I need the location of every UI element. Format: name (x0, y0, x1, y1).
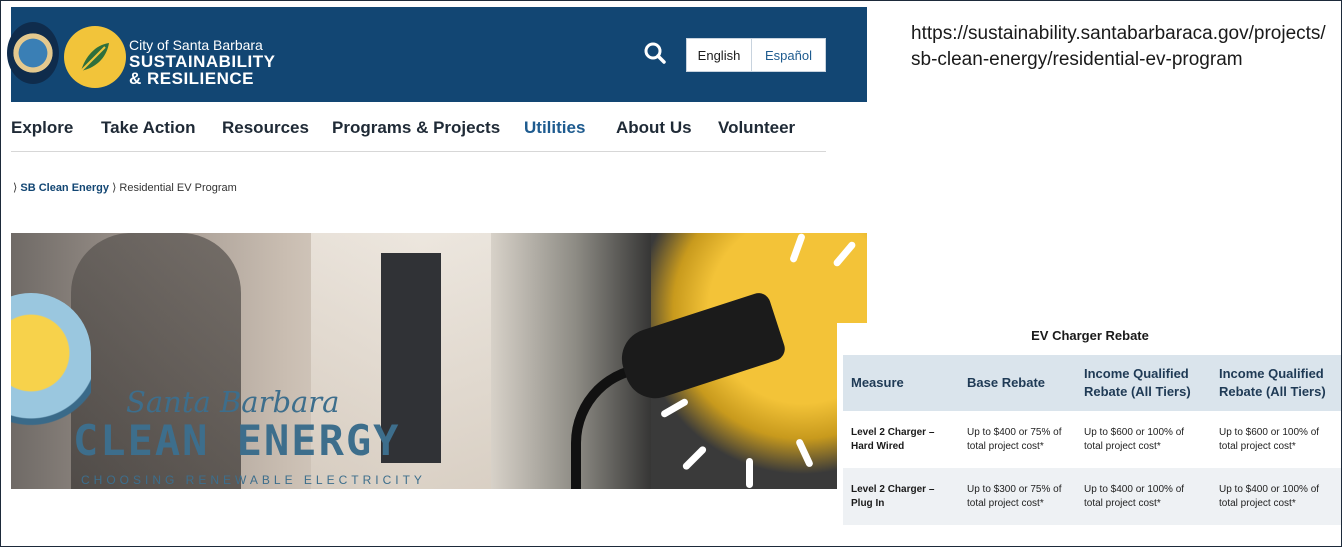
table-row: Level 2 Charger – Hard Wired Up to $400 … (843, 411, 1341, 468)
table-row: Level 2 Charger – Plug In Up to $300 or … (843, 468, 1341, 525)
table-header-row: Measure Base Rebate Income Qualified Reb… (843, 355, 1341, 411)
brand-title-line2: & RESILIENCE (129, 69, 255, 88)
nav-item-about-us[interactable]: About Us (616, 118, 692, 138)
breadcrumb-separator: ⟩ (112, 182, 117, 194)
breadcrumb-link-sb-clean-energy[interactable]: SB Clean Energy (20, 182, 109, 194)
ev-charger-rebate-panel: EV Charger Rebate Measure Base Rebate In… (837, 323, 1341, 546)
rebate-table-title: EV Charger Rebate (1031, 328, 1149, 343)
table-cell: Up to $300 or 75% of total project cost* (959, 468, 1076, 525)
nav-item-utilities[interactable]: Utilities (524, 118, 585, 138)
hero-image: Santa Barbara CLEAN ENERGY CHOOSING RENE… (11, 233, 867, 489)
breadcrumb-current: Residential EV Program (119, 182, 237, 194)
table-cell: Up to $400 or 100% of total project cost… (1076, 468, 1211, 525)
brand-title-line1: SUSTAINABILITY (129, 52, 276, 71)
city-seal-icon (7, 22, 59, 84)
column-header-income-qualified: Income Qualified Rebate (All Tiers) (1211, 355, 1341, 411)
nav-item-explore[interactable]: Explore (11, 118, 73, 138)
column-header-measure: Measure (843, 355, 959, 411)
table-cell: Up to $600 or 100% of total project cost… (1076, 411, 1211, 468)
language-switcher: English Español (686, 38, 826, 72)
table-cell: Up to $400 or 75% of total project cost* (959, 411, 1076, 468)
rebate-table: Measure Base Rebate Income Qualified Reb… (843, 355, 1341, 525)
table-cell: Up to $600 or 100% of total project cost… (1211, 411, 1341, 468)
site-header: City of Santa Barbara SUSTAINABILITY & R… (7, 7, 867, 102)
table-cell: Level 2 Charger – Plug In (843, 468, 959, 525)
oak-leaf-icon (80, 43, 109, 72)
brand-city: City of Santa Barbara (129, 37, 263, 53)
column-header-income-qualified: Income Qualified Rebate (All Tiers) (1076, 355, 1211, 411)
hero-tagline: CHOOSING RENEWABLE ELECTRICITY (81, 473, 426, 487)
main-nav: Explore Take Action Resources Programs &… (11, 111, 826, 152)
hero-title: CLEAN ENERGY (73, 416, 401, 465)
language-english-button[interactable]: English (687, 39, 751, 71)
language-spanish-button[interactable]: Español (751, 39, 825, 71)
hero-script-text: Santa Barbara (126, 385, 340, 419)
nav-item-take-action[interactable]: Take Action (101, 118, 195, 138)
nav-item-programs-projects[interactable]: Programs & Projects (332, 118, 500, 138)
page-url-text: https://sustainability.santabarbaraca.go… (911, 23, 1326, 70)
search-icon[interactable] (644, 42, 666, 64)
table-cell: Level 2 Charger – Hard Wired (843, 411, 959, 468)
site-brand[interactable]: City of Santa Barbara SUSTAINABILITY & R… (129, 37, 275, 87)
nav-item-resources[interactable]: Resources (222, 118, 309, 138)
nav-item-volunteer[interactable]: Volunteer (718, 118, 795, 138)
table-cell: Up to $400 or 100% of total project cost… (1211, 468, 1341, 525)
screenshot-frame: City of Santa Barbara SUSTAINABILITY & R… (0, 0, 1342, 547)
light-ray-decoration (746, 458, 753, 488)
breadcrumb-separator: ⟩ (13, 182, 18, 194)
column-header-base-rebate: Base Rebate (959, 355, 1076, 411)
breadcrumb: ⟩ SB Clean Energy ⟩ Residential EV Progr… (13, 181, 237, 194)
